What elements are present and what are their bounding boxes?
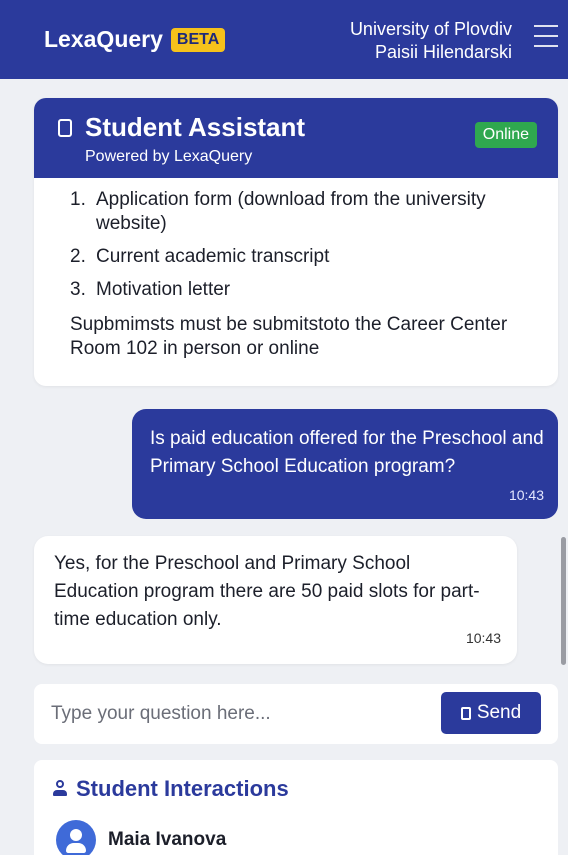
list-item: 3. Motivation letter [70,278,522,302]
university-name: University of Plovdiv Paisii Hilendarski [350,18,512,64]
list-item: 1. Application form (download from the u… [70,188,522,236]
assistant-subtitle: Powered by LexaQuery [85,148,253,165]
avatar [56,820,96,855]
status-badge: Online [474,122,537,148]
list-item-text: Current academic transcript [96,246,330,267]
person-icon [52,780,68,798]
assistant-message-bubble: Yes, for the Preschool and Primary Schoo… [34,536,517,664]
student-assistant-panel: Student Assistant Powered by LexaQuery O… [34,98,558,386]
interactions-title: Student Interactions [76,776,289,801]
brand[interactable]: LexaQuery BETA [44,26,226,53]
submission-note: Supbmimsts must be submitstoto the Caree… [70,314,508,359]
requirements-list: 1. Application form (download from the u… [70,188,522,302]
university-name-line-1: University of Plovdiv [349,19,512,39]
list-item-number: 1. [70,189,86,210]
beta-badge: BETA [170,27,226,52]
list-item: 2. Current academic transcript [70,245,522,269]
assistant-message: 1. Application form (download from the u… [34,178,558,361]
list-item-number: 3. [70,279,86,300]
student-interactions-panel: Student Interactions Maia Ivanova [34,760,558,855]
student-name: Maia Ivanova [108,829,227,850]
message-timestamp: 10:43 [465,630,501,646]
user-message-bubble: Is paid education offered for the Presch… [132,409,558,519]
message-composer: Send [34,684,558,744]
university-name-line-2: Paisii Hilendarski [374,42,512,62]
question-input[interactable] [34,684,434,744]
list-item-number: 2. [70,246,86,267]
assistant-title: Student Assistant [85,112,306,142]
assistant-header: Student Assistant Powered by LexaQuery O… [34,98,558,178]
list-item-text: Motivation letter [96,279,231,300]
student-row[interactable]: Maia Ivanova [56,820,226,855]
send-button-label: Send [476,702,522,723]
user-message-text: Is paid education offered for the Presch… [150,428,544,477]
phone-icon [58,119,72,137]
brand-name: LexaQuery [44,26,163,52]
send-icon [460,706,471,720]
interactions-header: Student Interactions [52,776,289,802]
send-button[interactable]: Send [441,692,541,734]
list-item-text: Application form (download from the univ… [96,189,486,234]
hamburger-menu-icon[interactable] [534,25,558,47]
message-timestamp: 10:43 [508,487,544,503]
assistant-message-text: Yes, for the Preschool and Primary Schoo… [54,553,480,630]
chat-scrollbar[interactable] [561,537,566,665]
top-navigation-bar: LexaQuery BETA University of Plovdiv Pai… [0,0,568,79]
